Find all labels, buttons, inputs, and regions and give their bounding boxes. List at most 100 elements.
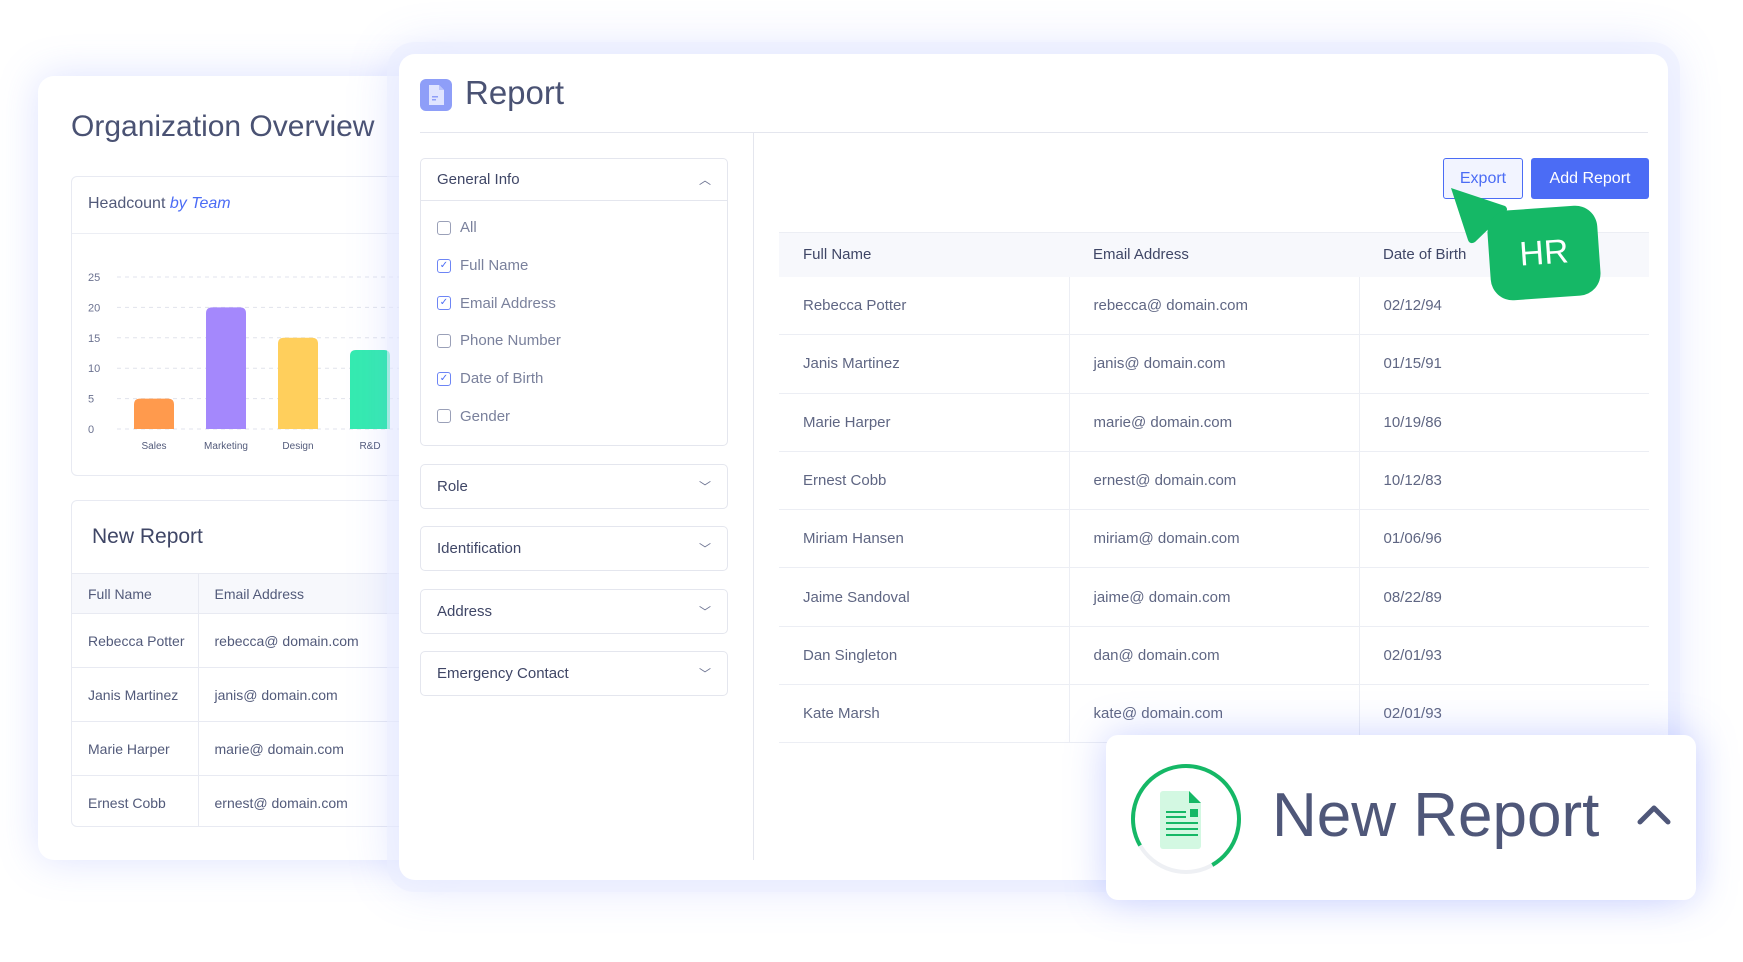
bar-rd (350, 349, 390, 429)
section-role[interactable]: Role ﹀ (420, 464, 728, 509)
headcount-title: Headcount by Team (88, 195, 231, 212)
cell: Miriam Hansen (779, 509, 1070, 569)
headcount-card: Headcount by Team 0 5 10 15 20 25 Sales Marketi… (71, 176, 412, 476)
y-tick-label: 5 (88, 394, 94, 406)
cell: Kate Marsh (779, 684, 1070, 744)
checkbox[interactable]: ✓ (437, 371, 451, 386)
cell: marie@ domain.com (198, 721, 410, 776)
option-checkbox[interactable]: Gender (421, 397, 727, 435)
cell: Ernest Cobb (72, 775, 199, 826)
y-tick-label: 10 (88, 363, 100, 375)
org-overview-title: Organization Overview (71, 110, 375, 143)
report-table: Full Name Email Address Date of Birth Rebe… (779, 232, 1649, 744)
option-label: Date of Birth (460, 370, 544, 388)
progress-ring (1131, 764, 1241, 874)
cell: marie@ domain.com (1069, 393, 1360, 452)
organization-overview-panel: Organization Overview Headcount by Team … (38, 76, 438, 860)
y-tick-label: 25 (88, 272, 100, 284)
bar-marketing (206, 307, 246, 429)
x-tick-label: Sales (141, 441, 166, 452)
x-tick-label: Design (282, 441, 313, 452)
new-report-toast[interactable]: New Report (1106, 735, 1696, 900)
cell: 10/12/83 (1359, 451, 1649, 511)
new-report-table: Full Name Email Address Rebecca Potter reb… (72, 573, 410, 826)
option-label: Email Address (460, 294, 556, 312)
cell: Marie Harper (72, 721, 199, 776)
table-row: Rebecca Potter rebecca@ domain.com (72, 613, 410, 668)
cell: rebecca@ domain.com (1069, 276, 1360, 336)
option-checkbox[interactable]: ✓ Full Name (421, 247, 727, 285)
cell: 01/06/96 (1359, 509, 1649, 569)
option-checkbox[interactable]: Phone Number (421, 322, 727, 360)
table-row[interactable]: Ernest Cobb ernest@ domain.com 10/12/83 (779, 451, 1649, 511)
table-row[interactable]: Janis Martinez janis@ domain.com 01/15/91 (779, 334, 1649, 394)
x-tick-label: R&D (359, 441, 380, 452)
checkbox[interactable] (437, 220, 451, 235)
checkbox[interactable]: ✓ (437, 258, 451, 273)
bar-sales (134, 398, 174, 429)
table-row[interactable]: Marie Harper marie@ domain.com 10/19/86 (779, 393, 1649, 452)
section-label: Address (437, 603, 493, 620)
cell: Rebecca Potter (779, 276, 1070, 336)
cell: jaime@ domain.com (1069, 567, 1360, 627)
cell: dan@ domain.com (1069, 626, 1360, 686)
chevron-up-icon: ︿ (698, 173, 711, 187)
cell: janis@ domain.com (198, 667, 410, 722)
section-label: Identification (437, 540, 522, 557)
headcount-bar-chart: 0 5 10 15 20 25 Sales Marketing Design R&D (88, 272, 412, 452)
table-row: Marie Harper marie@ domain.com (72, 721, 410, 776)
column-header: Full Name (779, 232, 1069, 277)
option-label: Phone Number (460, 332, 561, 350)
hr-user-badge: HR (1485, 204, 1603, 302)
column-header: Email Address (198, 573, 410, 614)
general-info-header[interactable]: General Info ︿ (421, 159, 727, 201)
new-report-card: New Report Full Name Email Address Rebecc… (71, 500, 411, 827)
cell: Marie Harper (779, 393, 1070, 452)
cell: 10/19/86 (1359, 393, 1649, 452)
section-label: General Info (437, 171, 520, 188)
add-report-button[interactable]: Add Report (1531, 158, 1649, 199)
cell: Ernest Cobb (779, 451, 1070, 511)
option-checkbox[interactable]: All (421, 209, 727, 247)
cell: ernest@ domain.com (198, 775, 410, 826)
divider (753, 132, 754, 860)
chevron-up-icon[interactable] (1634, 800, 1674, 830)
general-info-section: General Info ︿ All ✓ Full Name ✓ Email Addres… (420, 158, 728, 446)
cell: Dan Singleton (779, 626, 1070, 686)
divider (72, 233, 410, 234)
table-row[interactable]: Miriam Hansen miriam@ domain.com 01/06/96 (779, 509, 1649, 569)
cell: Janis Martinez (779, 334, 1070, 394)
section-label: Role (437, 478, 468, 495)
section-identification[interactable]: Identification ﹀ (420, 526, 728, 571)
cell: janis@ domain.com (1069, 334, 1360, 394)
option-label: All (460, 219, 477, 237)
option-checkbox[interactable]: ✓ Date of Birth (421, 360, 727, 398)
chevron-down-icon: ﹀ (698, 667, 711, 681)
table-row: Janis Martinez janis@ domain.com (72, 667, 410, 722)
cell: Janis Martinez (72, 667, 199, 722)
option-checkbox[interactable]: ✓ Email Address (421, 284, 727, 322)
chevron-down-icon: ﹀ (698, 542, 711, 556)
divider (420, 132, 1648, 133)
y-tick-label: 0 (88, 424, 94, 436)
checkbox[interactable]: ✓ (437, 296, 451, 311)
cell: 02/01/93 (1359, 626, 1649, 686)
column-header: Email Address (1069, 232, 1359, 277)
document-icon (1160, 791, 1201, 849)
report-document-icon (420, 79, 452, 111)
section-label: Emergency Contact (437, 665, 569, 682)
y-tick-label: 20 (88, 302, 100, 314)
page-title: Report (465, 74, 565, 111)
cell: Jaime Sandoval (779, 567, 1070, 627)
checkbox[interactable] (437, 409, 451, 424)
chevron-down-icon: ﹀ (698, 605, 711, 619)
cell: rebecca@ domain.com (198, 613, 410, 668)
checkbox[interactable] (437, 333, 451, 348)
y-tick-label: 15 (88, 333, 100, 345)
section-emergency-contact[interactable]: Emergency Contact ﹀ (420, 651, 728, 696)
section-address[interactable]: Address ﹀ (420, 589, 728, 634)
new-report-title: New Report (92, 525, 203, 548)
cell: 01/15/91 (1359, 334, 1649, 394)
table-row[interactable]: Dan Singleton dan@ domain.com 02/01/93 (779, 626, 1649, 686)
table-row[interactable]: Jaime Sandoval jaime@ domain.com 08/22/89 (779, 567, 1649, 627)
